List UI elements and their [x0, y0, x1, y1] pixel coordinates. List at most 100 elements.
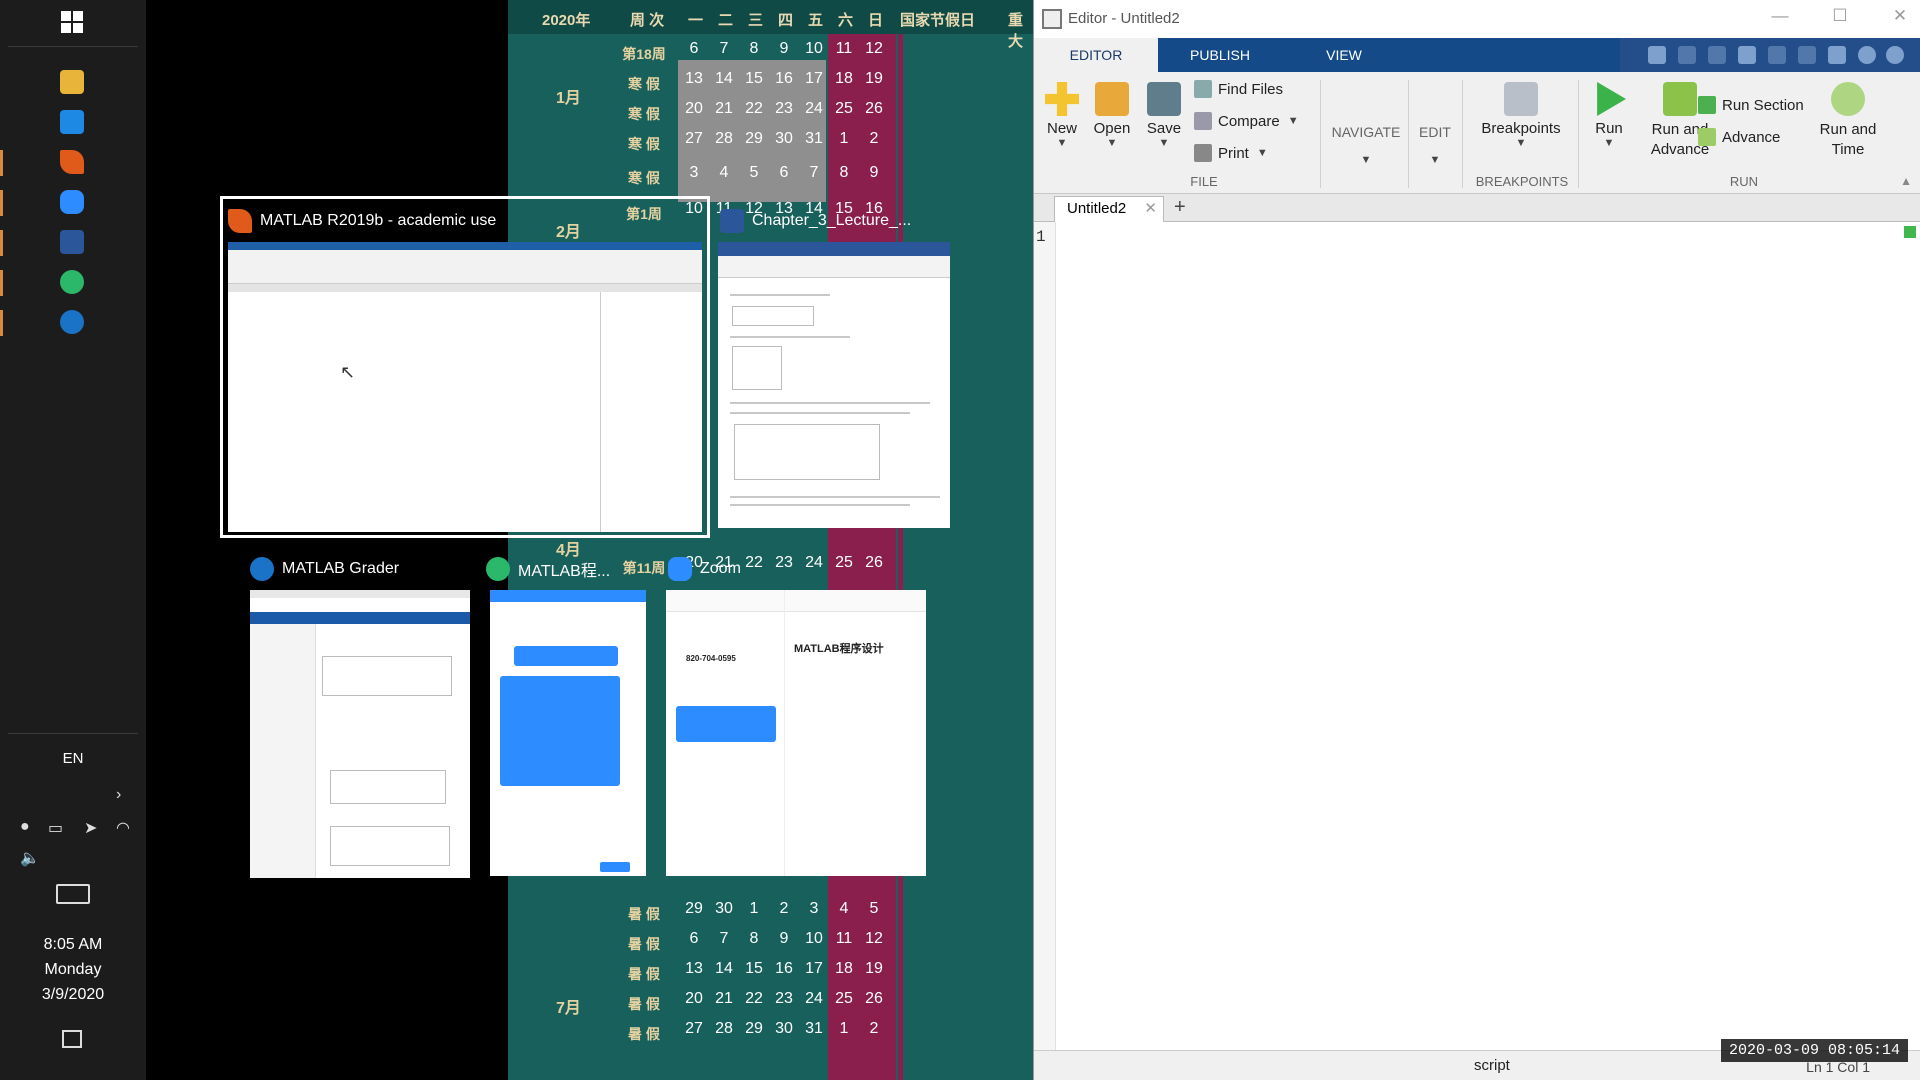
zoom-window-preview[interactable]: 820-704-0595 MATLAB程序设计: [666, 590, 926, 876]
file-explorer-button[interactable]: [52, 62, 92, 102]
editor-title-bar[interactable]: Editor - Untitled2 — ☐ ✕: [1034, 0, 1920, 38]
send-icon[interactable]: ➤: [84, 818, 97, 838]
chevron-down-icon: ▼: [1287, 115, 1299, 127]
calendar-day: 12: [865, 40, 883, 57]
store-icon: [60, 110, 84, 134]
battery-icon[interactable]: ▭: [48, 818, 63, 838]
copy-icon[interactable]: [1708, 46, 1726, 64]
maximize-button[interactable]: ☐: [1820, 6, 1860, 32]
windows-start-icon: [61, 11, 83, 33]
quick-save-icon[interactable]: [1648, 46, 1666, 64]
print-button[interactable]: Print ▼: [1194, 144, 1268, 162]
calendar-day: 25: [835, 100, 853, 117]
desktop-calendar-wallpaper: 2020年 周 次 一 二 三 四 五 六 日 国家节假日 重大 第18周 6 7 8…: [508, 0, 1036, 1080]
file-section-label: FILE: [1190, 174, 1218, 189]
paste-icon[interactable]: [1738, 46, 1756, 64]
clock[interactable]: 8:05 AM Monday 3/9/2020: [0, 932, 146, 1007]
grader-window-preview[interactable]: [250, 590, 470, 878]
wechat-taskbar-button[interactable]: [52, 262, 92, 302]
notification-icon[interactable]: [62, 1030, 82, 1048]
tab-view[interactable]: VIEW: [1282, 38, 1406, 72]
calendar-day: 14: [715, 960, 733, 977]
advance-label: Advance: [1722, 128, 1781, 146]
store-button[interactable]: [52, 102, 92, 142]
collapse-ribbon-icon[interactable]: ▲: [1900, 174, 1912, 188]
new-button[interactable]: New ▼: [1042, 82, 1082, 149]
calendar-month-label: 1月: [556, 90, 581, 107]
run-section-button[interactable]: Run Section: [1698, 96, 1804, 114]
word-window-preview[interactable]: [718, 242, 950, 528]
calendar-day: 4: [839, 900, 849, 917]
switch-windows-icon[interactable]: [1828, 46, 1846, 64]
breakpoints-button[interactable]: Breakpoints ▼: [1474, 82, 1568, 149]
run-and-time-button[interactable]: Run and Time: [1812, 82, 1884, 160]
calendar-day: 30: [715, 900, 733, 917]
zoom-taskbar-button[interactable]: [52, 182, 92, 222]
wechat-window-preview[interactable]: [490, 590, 646, 876]
volume-icon[interactable]: 🔈: [20, 848, 40, 868]
word-icon: [60, 230, 84, 254]
calendar-day: 13: [685, 960, 703, 977]
plus-icon: [1045, 82, 1079, 116]
matlab-taskbar-button[interactable]: [52, 142, 92, 182]
calendar-day: 30: [775, 130, 793, 147]
minimize-button[interactable]: —: [1760, 6, 1800, 32]
close-tab-icon[interactable]: ✕: [1144, 197, 1157, 221]
calendar-week-label: 暑 假: [628, 906, 660, 922]
chevron-down-icon[interactable]: [1886, 46, 1904, 64]
matlab-grader-icon: [60, 310, 84, 334]
grader-window-title: MATLAB Grader: [250, 554, 399, 584]
calendar-day: 24: [805, 100, 823, 117]
matlab-grader-taskbar-button[interactable]: [52, 302, 92, 342]
language-indicator[interactable]: EN: [0, 750, 146, 767]
undo-icon[interactable]: [1768, 46, 1786, 64]
redo-icon[interactable]: [1798, 46, 1816, 64]
keyboard-icon[interactable]: [56, 884, 90, 904]
edit-button[interactable]: EDIT ▼: [1410, 124, 1460, 166]
calendar-day: 26: [865, 990, 883, 1007]
calendar-week-label: 寒 假: [628, 136, 660, 152]
calendar-week-row: 寒 假 27 28 29 30 31 1 2: [508, 126, 1036, 161]
start-button[interactable]: [52, 2, 92, 42]
editor-title: Editor - Untitled2: [1068, 10, 1180, 27]
advance-button[interactable]: Advance: [1698, 128, 1780, 146]
calendar-day: 28: [715, 130, 733, 147]
antivirus-tray-icon[interactable]: ●: [20, 818, 30, 836]
running-indicator: [0, 150, 3, 176]
calendar-day: 11: [835, 40, 853, 57]
calendar-week-label: 寒 假: [628, 170, 660, 186]
wifi-icon[interactable]: ◠: [116, 818, 130, 838]
chevron-down-icon: ▼: [1056, 137, 1068, 149]
find-files-label: Find Files: [1218, 80, 1284, 98]
new-tab-button[interactable]: +: [1174, 196, 1186, 219]
matlab-window-preview[interactable]: ↖: [228, 242, 702, 532]
calendar-year: 2020年: [542, 12, 591, 29]
calendar-day: 4: [719, 164, 729, 181]
code-editor-area[interactable]: 1: [1034, 222, 1920, 1050]
calendar-month-label: 7月: [556, 1000, 581, 1017]
find-files-button[interactable]: Find Files: [1194, 80, 1283, 98]
chevron-right-icon[interactable]: ›: [116, 786, 121, 804]
calendar-day: 1: [839, 1020, 849, 1037]
code-analyzer-status-indicator[interactable]: [1904, 226, 1916, 238]
compare-button[interactable]: Compare ▼: [1194, 112, 1299, 130]
compare-label: Compare: [1218, 112, 1280, 130]
save-button[interactable]: Save ▼: [1142, 82, 1186, 149]
word-window-title: Chapter_3_Lecture_...: [720, 206, 911, 236]
document-tab-untitled2[interactable]: Untitled2 ✕: [1054, 196, 1164, 222]
word-taskbar-button[interactable]: [52, 222, 92, 262]
cut-icon[interactable]: [1678, 46, 1696, 64]
mouse-cursor-icon: ↖: [340, 362, 356, 382]
tab-editor[interactable]: EDITOR: [1034, 38, 1158, 72]
calendar-day: 22: [745, 100, 763, 117]
close-button[interactable]: ✕: [1880, 6, 1920, 32]
open-button[interactable]: Open ▼: [1090, 82, 1134, 149]
tab-publish[interactable]: PUBLISH: [1158, 38, 1282, 72]
calendar-day: 13: [685, 70, 703, 87]
navigate-button[interactable]: NAVIGATE ▼: [1326, 124, 1406, 166]
zoom-window-title: Zoom: [668, 554, 741, 584]
run-button[interactable]: Run ▼: [1584, 82, 1634, 149]
run-and-advance-button[interactable]: Run and Advance: [1644, 82, 1716, 160]
help-icon[interactable]: [1858, 46, 1876, 64]
calendar-week-row: 暑 假 27 28 29 30 31 1 2: [508, 1016, 1036, 1051]
